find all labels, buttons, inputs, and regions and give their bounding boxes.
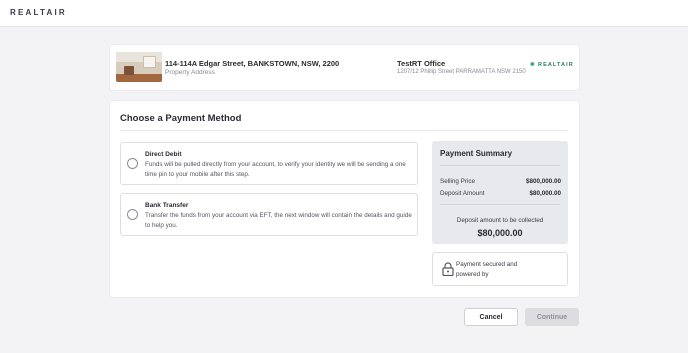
property-address-label: Property Address bbox=[165, 69, 215, 76]
secure-payment-text: Payment secured and powered by bbox=[456, 261, 518, 278]
radio-bank-transfer[interactable] bbox=[127, 209, 138, 220]
deposit-amount-label: Deposit Amount bbox=[440, 190, 485, 197]
selling-price-label: Selling Price bbox=[440, 178, 475, 185]
divider bbox=[120, 130, 568, 131]
office-logo-text: REALTAIR bbox=[538, 62, 574, 68]
office-logo: ❋ REALTAIR bbox=[530, 62, 574, 68]
top-nav-bar: REALTAIR bbox=[0, 0, 688, 27]
option-direct-debit[interactable]: Direct Debit Funds will be pulled direct… bbox=[120, 142, 418, 185]
property-thumbnail bbox=[116, 52, 162, 82]
leaf-icon: ❋ bbox=[530, 62, 536, 68]
deposit-collected-value: $80,000.00 bbox=[477, 228, 523, 238]
property-address: 114-114A Edgar Street, BANKSTOWN, NSW, 2… bbox=[165, 59, 340, 68]
deposit-collected-label: Deposit amount to be collected bbox=[456, 217, 544, 224]
option-title: Bank Transfer bbox=[145, 202, 189, 209]
divider bbox=[440, 165, 560, 166]
cancel-button[interactable]: Cancel bbox=[464, 308, 518, 326]
continue-button[interactable]: Continue bbox=[525, 308, 579, 326]
selling-price-value: $800,000.00 bbox=[525, 178, 561, 185]
option-description: Funds will be pulled directly from your … bbox=[145, 161, 406, 178]
office-name: TestRT Office bbox=[397, 59, 446, 68]
radio-direct-debit[interactable] bbox=[127, 158, 138, 169]
payment-method-title: Choose a Payment Method bbox=[120, 113, 242, 124]
divider bbox=[440, 204, 560, 205]
option-title: Direct Debit bbox=[145, 151, 182, 158]
option-bank-transfer[interactable]: Bank Transfer Transfer the funds from yo… bbox=[120, 193, 418, 236]
payment-summary-title: Payment Summary bbox=[440, 149, 513, 158]
office-address: 1207/12 Phillip Street PARRAMATTA NSW 21… bbox=[397, 69, 526, 75]
deposit-amount-value: $80,000.00 bbox=[529, 190, 561, 197]
lock-icon bbox=[442, 262, 454, 276]
realtair-logo[interactable]: REALTAIR bbox=[10, 8, 67, 17]
option-description: Transfer the funds from your account via… bbox=[145, 212, 412, 229]
